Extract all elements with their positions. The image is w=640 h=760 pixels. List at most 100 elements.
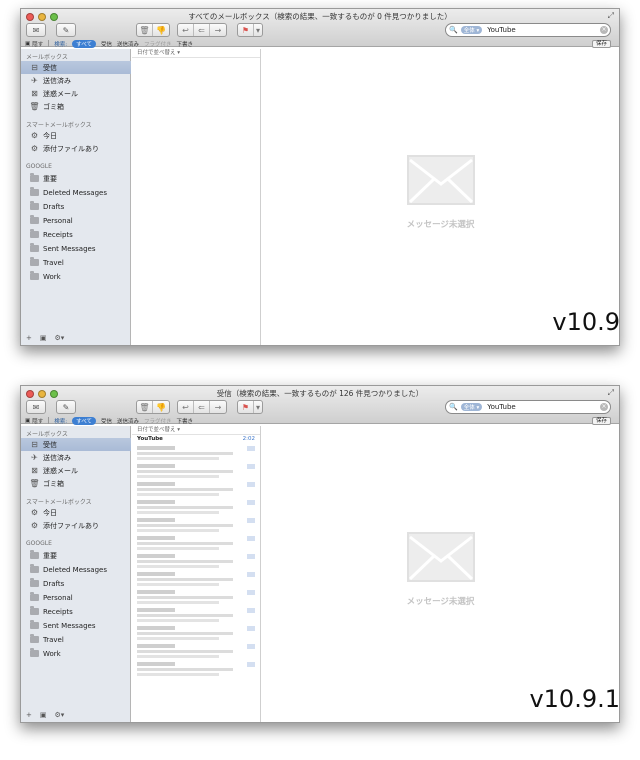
- sidebar-item-drafts[interactable]: Drafts: [21, 200, 131, 213]
- table-row[interactable]: [137, 554, 255, 569]
- sidebar-item-inbox[interactable]: ⊟ 受信: [21, 61, 131, 74]
- sidebar-item-junk[interactable]: ⊠ 迷惑メール: [21, 87, 131, 100]
- search-field[interactable]: 🔍 全体 ▾ YouTube ×: [445, 400, 611, 414]
- paper-plane-icon: ✈: [31, 76, 38, 85]
- sidebar-item-travel[interactable]: Travel: [21, 256, 131, 269]
- hide-button[interactable]: ▣ 隠す: [25, 417, 43, 425]
- sidebar-item-attachments[interactable]: ⚙ 添付ファイルあり: [21, 519, 131, 532]
- sidebar-item-important[interactable]: 重要: [21, 172, 131, 185]
- fullscreen-icon[interactable]: ⤢: [608, 11, 614, 21]
- clear-search-icon[interactable]: ×: [600, 403, 608, 411]
- thumbs-down-icon[interactable]: 👎: [153, 24, 169, 36]
- table-row[interactable]: [137, 662, 255, 677]
- junk-icon: ⊠: [31, 466, 38, 475]
- sidebar-item-sent[interactable]: ✈ 送信済み: [21, 451, 131, 464]
- save-search-button[interactable]: 保存: [591, 40, 611, 48]
- thumbs-down-icon[interactable]: 👎: [153, 401, 169, 413]
- sort-button[interactable]: 日付で並べ替え ▾: [132, 426, 260, 435]
- gear-icon: ⚙: [30, 521, 39, 530]
- get-mail-button[interactable]: ✉: [26, 23, 46, 37]
- reply-group: ↩ ⇐ →: [177, 23, 227, 37]
- sidebar-item-work[interactable]: Work: [21, 647, 131, 660]
- sidebar-item-deleted[interactable]: Deleted Messages: [21, 563, 131, 576]
- scope-drafts[interactable]: 下書き: [177, 417, 194, 425]
- sidebar-item-today[interactable]: ⚙ 今日: [21, 129, 131, 142]
- table-row[interactable]: [137, 536, 255, 551]
- reply-all-icon[interactable]: ⇐: [194, 24, 210, 36]
- forward-icon[interactable]: →: [210, 24, 226, 36]
- chevron-down-icon[interactable]: ▾: [254, 401, 262, 413]
- clear-search-icon[interactable]: ×: [600, 26, 608, 34]
- list-item-first[interactable]: YouTube 2:02: [132, 435, 260, 443]
- chevron-down-icon[interactable]: ▾: [254, 24, 262, 36]
- compose-button[interactable]: ✎: [56, 400, 76, 414]
- table-row[interactable]: [137, 446, 255, 461]
- table-row[interactable]: [137, 464, 255, 479]
- trash-icon[interactable]: 🗑: [137, 24, 153, 36]
- favorites-bar: ▣ 隠す 検索: すべて 受信 送信済み フラグ付き 下書き: [21, 416, 619, 425]
- sidebar-item-trash[interactable]: 🗑 ゴミ箱: [21, 100, 131, 113]
- sidebar-item-receipts[interactable]: Receipts: [21, 228, 131, 241]
- hide-button[interactable]: ▣ 隠す: [25, 40, 43, 48]
- add-icon[interactable]: +: [26, 334, 32, 342]
- sidebar-item-junk[interactable]: ⊠ 迷惑メール: [21, 464, 131, 477]
- scope-flagged[interactable]: フラグ付き: [144, 40, 172, 48]
- table-row[interactable]: [137, 482, 255, 497]
- sidebar-item-sent[interactable]: ✈ 送信済み: [21, 74, 131, 87]
- photo-icon[interactable]: ▣: [40, 711, 47, 719]
- table-row[interactable]: [137, 644, 255, 659]
- scope-sent[interactable]: 送信済み: [117, 40, 139, 48]
- reply-icon[interactable]: ↩: [178, 24, 194, 36]
- forward-icon[interactable]: →: [210, 401, 226, 413]
- gear-menu-icon[interactable]: ⚙▾: [55, 334, 65, 342]
- scope-flagged[interactable]: フラグ付き: [144, 417, 172, 425]
- sidebar-item-personal[interactable]: Personal: [21, 591, 131, 604]
- scope-sent[interactable]: 送信済み: [117, 417, 139, 425]
- flag-icon[interactable]: ⚑: [238, 401, 254, 413]
- sidebar-item-attachments[interactable]: ⚙ 添付ファイルあり: [21, 142, 131, 155]
- search-query[interactable]: YouTube: [487, 26, 515, 34]
- sidebar-item-work[interactable]: Work: [21, 270, 131, 283]
- search-scope-token[interactable]: 全体 ▾: [460, 403, 483, 411]
- reply-all-icon[interactable]: ⇐: [194, 401, 210, 413]
- sidebar-item-trash[interactable]: 🗑 ゴミ箱: [21, 477, 131, 490]
- table-row[interactable]: [137, 608, 255, 623]
- sidebar-item-deleted[interactable]: Deleted Messages: [21, 186, 131, 199]
- trash-icon[interactable]: 🗑: [137, 401, 153, 413]
- table-row[interactable]: [137, 518, 255, 533]
- sidebar-item-drafts[interactable]: Drafts: [21, 577, 131, 590]
- sidebar-item-receipts[interactable]: Receipts: [21, 605, 131, 618]
- compose-icon: ✎: [62, 25, 70, 35]
- sidebar-item-important[interactable]: 重要: [21, 549, 131, 562]
- table-row[interactable]: [137, 572, 255, 587]
- folder-icon: [30, 648, 39, 657]
- sidebar-item-today[interactable]: ⚙ 今日: [21, 506, 131, 519]
- mail-window-v10-9: すべてのメールボックス（検索の結果、一致するものが 0 件見つかりました） ⤢ …: [20, 8, 620, 346]
- reply-icon[interactable]: ↩: [178, 401, 194, 413]
- scope-drafts[interactable]: 下書き: [177, 40, 194, 48]
- sidebar-item-travel[interactable]: Travel: [21, 633, 131, 646]
- save-search-button[interactable]: 保存: [591, 417, 611, 425]
- search-query[interactable]: YouTube: [487, 403, 515, 411]
- sidebar-item-sent-messages[interactable]: Sent Messages: [21, 619, 131, 632]
- fullscreen-icon[interactable]: ⤢: [608, 388, 614, 398]
- add-icon[interactable]: +: [26, 711, 32, 719]
- scope-all[interactable]: すべて: [72, 39, 96, 48]
- search-field[interactable]: 🔍 全体 ▾ YouTube ×: [445, 23, 611, 37]
- table-row[interactable]: [137, 590, 255, 605]
- scope-inbox[interactable]: 受信: [101, 417, 112, 425]
- gear-menu-icon[interactable]: ⚙▾: [55, 711, 65, 719]
- sort-button[interactable]: 日付で並べ替え ▾: [132, 49, 260, 58]
- photo-icon[interactable]: ▣: [40, 334, 47, 342]
- table-row[interactable]: [137, 626, 255, 641]
- scope-all[interactable]: すべて: [72, 416, 96, 425]
- search-scope-token[interactable]: 全体 ▾: [460, 26, 483, 34]
- flag-icon[interactable]: ⚑: [238, 24, 254, 36]
- sidebar-item-personal[interactable]: Personal: [21, 214, 131, 227]
- compose-button[interactable]: ✎: [56, 23, 76, 37]
- sidebar-item-inbox[interactable]: ⊟ 受信: [21, 438, 131, 451]
- get-mail-button[interactable]: ✉: [26, 400, 46, 414]
- scope-inbox[interactable]: 受信: [101, 40, 112, 48]
- sidebar-item-sent-messages[interactable]: Sent Messages: [21, 242, 131, 255]
- table-row[interactable]: [137, 500, 255, 515]
